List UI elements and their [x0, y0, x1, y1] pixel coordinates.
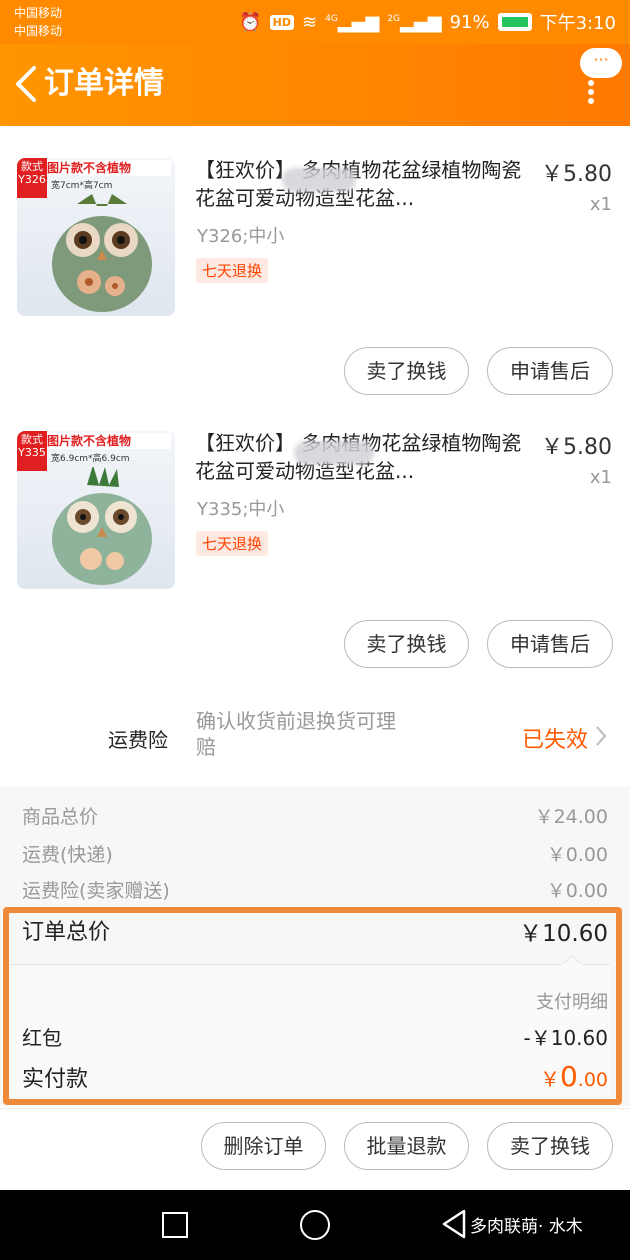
- style-tag: 款式Y335: [17, 431, 47, 471]
- return-badge: 七天退换: [196, 258, 269, 283]
- more-button[interactable]: ···: [580, 48, 622, 78]
- nav-back-icon[interactable]: [440, 1208, 468, 1240]
- status-icons: ⏰ HD ≋ 4G▂▄▆ 2G▂▄▆ 91% 下午3:10: [239, 10, 616, 35]
- product-image[interactable]: 款式Y326 图片款不含植物 宽7cm*高7cm: [17, 158, 175, 316]
- blurred-region: [282, 168, 356, 192]
- shipping-row: 运费(快递) ￥0.00: [22, 840, 608, 867]
- battery-percent: 91%: [449, 11, 490, 33]
- back-arrow-icon[interactable]: [12, 64, 40, 104]
- clock: 下午3:10: [539, 13, 616, 34]
- owl-pot-image: [52, 467, 152, 585]
- sell-for-money-button[interactable]: 卖了换钱: [487, 1122, 613, 1170]
- insurance-fee-row: 运费险(卖家赠送) ￥0.00: [22, 876, 608, 903]
- order-item[interactable]: 款式Y335 图片款不含植物 宽6.9cm*高6.9cm 【狂欢价】 多肉植物花…: [0, 399, 630, 671]
- status-bar: 中国移动 中国移动 ⏰ HD ≋ 4G▂▄▆ 2G▂▄▆ 91% 下午3:10: [0, 0, 630, 44]
- hd-badge: HD: [269, 14, 294, 30]
- size-note: 宽7cm*高7cm: [51, 181, 113, 191]
- sell-button[interactable]: 卖了换钱: [344, 347, 469, 395]
- product-price: ￥5.80: [541, 162, 612, 187]
- header: 订单详情 ···: [0, 44, 630, 126]
- carrier-label-2: 中国移动: [14, 24, 63, 38]
- recent-apps-icon[interactable]: [162, 1212, 188, 1238]
- alarm-icon: ⏰: [239, 11, 262, 33]
- watermark-text: 多肉联萌· 水木: [470, 1217, 583, 1237]
- after-sale-button[interactable]: 申请售后: [487, 347, 613, 395]
- shipping-label: 运费(快递): [22, 844, 113, 866]
- product-image[interactable]: 款式Y335 图片款不含植物 宽6.9cm*高6.9cm: [17, 431, 175, 589]
- goods-total-value: ￥24.00: [534, 806, 608, 828]
- goods-total-label: 商品总价: [22, 806, 99, 828]
- more-dots-icon[interactable]: [588, 80, 594, 104]
- system-nav-bar: 多肉联萌· 水木: [0, 1190, 630, 1260]
- delete-order-button[interactable]: 删除订单: [201, 1122, 326, 1170]
- product-title[interactable]: 【狂欢价】 多肉植物花盆绿植物陶瓷花盆可爱动物造型花盆...: [195, 156, 530, 212]
- product-price: ￥5.80: [541, 435, 612, 460]
- size-note: 宽6.9cm*高6.9cm: [51, 454, 130, 464]
- highlight-annotation: [3, 907, 622, 1105]
- product-spec: Y326;中小: [197, 226, 285, 247]
- product-spec: Y335;中小: [197, 499, 285, 520]
- batch-refund-button[interactable]: 批量退款: [344, 1122, 469, 1170]
- blurred-region: [294, 441, 374, 465]
- product-qty: x1: [589, 194, 612, 215]
- signal-icon-1: 4G▂▄▆: [325, 11, 380, 33]
- style-tag: 款式Y326: [17, 158, 47, 198]
- insurance-fee-label: 运费险(卖家赠送): [22, 880, 170, 902]
- signal-icon-2: 2G▂▄▆: [387, 11, 442, 33]
- product-qty: x1: [589, 467, 612, 488]
- shipping-insurance-row[interactable]: 运费险 确认收货前退换货可理赔 已失效: [0, 696, 630, 776]
- image-banner: 图片款不含植物: [47, 160, 171, 176]
- bottom-action-bar: 删除订单 批量退款 卖了换钱: [0, 1108, 630, 1188]
- home-icon[interactable]: [300, 1210, 330, 1240]
- battery-icon: [497, 13, 532, 31]
- chevron-right-icon: [596, 726, 607, 746]
- page-title: 订单详情: [44, 66, 164, 101]
- image-banner: 图片款不含植物: [47, 433, 171, 449]
- return-badge: 七天退换: [196, 531, 269, 556]
- order-item[interactable]: 款式Y326 图片款不含植物 宽7cm*高7cm 【狂欢价】 多肉植物花盆绿植物…: [0, 126, 630, 398]
- insurance-label: 运费险: [108, 728, 168, 752]
- shipping-value: ￥0.00: [546, 844, 608, 866]
- sell-button[interactable]: 卖了换钱: [344, 620, 469, 668]
- carrier-label-1: 中国移动: [14, 6, 63, 20]
- wifi-icon: ≋: [302, 11, 318, 33]
- insurance-desc: 确认收货前退换货可理赔: [196, 709, 396, 759]
- after-sale-button[interactable]: 申请售后: [487, 620, 613, 668]
- insurance-status: 已失效: [521, 728, 588, 753]
- insurance-fee-value: ￥0.00: [546, 880, 608, 902]
- goods-total-row: 商品总价 ￥24.00: [22, 802, 608, 829]
- owl-pot-image: [52, 194, 152, 312]
